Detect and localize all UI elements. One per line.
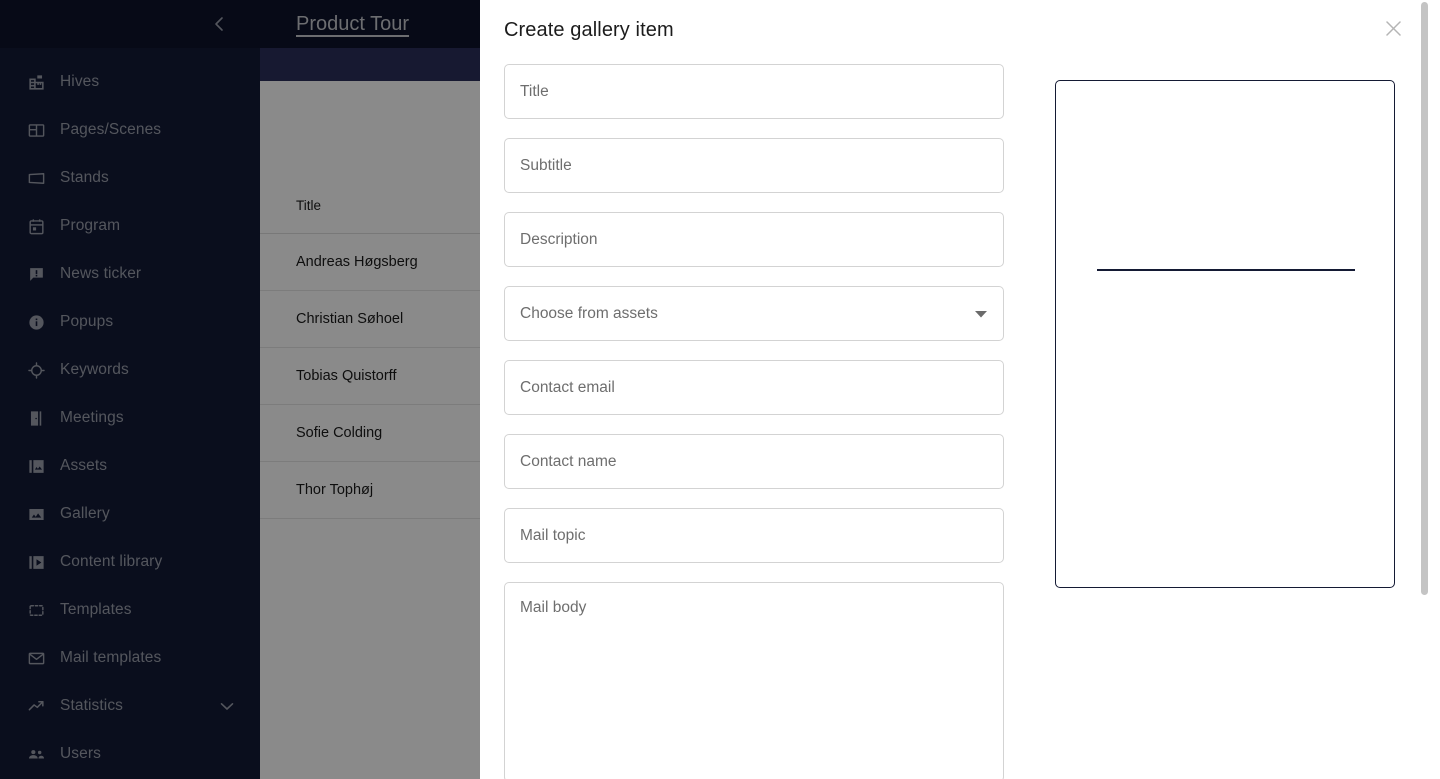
trending-up-icon: [12, 697, 60, 716]
sidebar-scrollbar-track[interactable]: [253, 0, 260, 779]
video-library-icon: [12, 553, 60, 572]
cell-title: Thor Tophøj: [296, 482, 374, 498]
modal-scrollbar-thumb[interactable]: [1421, 2, 1428, 595]
sidebar-item-label: Stands: [60, 169, 109, 186]
sidebar-item-label: Statistics: [60, 697, 124, 714]
info-circle-icon: [12, 313, 60, 332]
cell-title: Sofie Colding: [296, 425, 383, 441]
sidebar-item-label: Popups: [60, 313, 114, 330]
app-root: Hives Pages/Scenes Stands Program News t…: [0, 0, 1440, 779]
calendar-icon: [12, 217, 60, 236]
cell-title: Tobias Quistorff: [296, 368, 397, 384]
mail-topic-placeholder: Mail topic: [520, 526, 586, 544]
sidebar-item-hives[interactable]: Hives: [0, 58, 260, 106]
asset-select-placeholder: Choose from assets: [520, 304, 658, 322]
announcement-icon: [12, 265, 60, 284]
page-title[interactable]: Product Tour: [296, 13, 409, 36]
sidebar-item-label: Assets: [60, 457, 108, 474]
contact-email-placeholder: Contact email: [520, 378, 615, 396]
sidebar-item-users[interactable]: Users: [0, 730, 260, 778]
sidebar-item-label: Templates: [60, 601, 132, 618]
sidebar-item-keywords[interactable]: Keywords: [0, 346, 260, 394]
chevron-down-icon[interactable]: [975, 310, 987, 318]
mail-body-field[interactable]: Mail body: [504, 582, 1004, 779]
target-icon: [12, 361, 60, 380]
image-icon: [12, 505, 60, 524]
title-placeholder: Title: [520, 82, 549, 100]
subtitle-field[interactable]: Subtitle: [504, 138, 1004, 193]
gallery-item-form: Title Subtitle Description Choose from a…: [480, 64, 1004, 779]
images-icon: [12, 457, 60, 476]
modal-body: Title Subtitle Description Choose from a…: [480, 64, 1420, 779]
banner-icon: [12, 169, 60, 188]
preview-divider: [1097, 269, 1355, 271]
layout-icon: [12, 121, 60, 140]
sidebar-header: [0, 0, 260, 48]
sidebar-item-gallery[interactable]: Gallery: [0, 490, 260, 538]
sidebar-item-assets[interactable]: Assets: [0, 442, 260, 490]
sidebar-item-label: Keywords: [60, 361, 129, 378]
create-gallery-item-modal: Create gallery item Title Subtitle Descr…: [480, 0, 1440, 779]
description-field[interactable]: Description: [504, 212, 1004, 267]
chevron-down-icon[interactable]: [220, 702, 234, 711]
contact-name-placeholder: Contact name: [520, 452, 617, 470]
sidebar-item-label: Hives: [60, 73, 100, 90]
sidebar-item-label: Meetings: [60, 409, 124, 426]
sidebar-item-label: Users: [60, 745, 101, 762]
template-icon: [12, 601, 60, 620]
sidebar-item-stands[interactable]: Stands: [0, 154, 260, 202]
sidebar-item-program[interactable]: Program: [0, 202, 260, 250]
gallery-item-preview-card: [1055, 80, 1395, 588]
chevron-left-icon[interactable]: [208, 13, 230, 35]
title-field[interactable]: Title: [504, 64, 1004, 119]
envelope-icon: [12, 649, 60, 668]
cell-title: Christian Søhoel: [296, 311, 404, 327]
mail-body-placeholder: Mail body: [520, 599, 587, 616]
choose-from-assets-select[interactable]: Choose from assets: [504, 286, 1004, 341]
sidebar-item-popups[interactable]: Popups: [0, 298, 260, 346]
people-icon: [12, 745, 60, 764]
sidebar-nav: Hives Pages/Scenes Stands Program News t…: [0, 48, 260, 778]
sidebar-item-content-library[interactable]: Content library: [0, 538, 260, 586]
sidebar-item-label: Program: [60, 217, 121, 234]
close-icon[interactable]: [1379, 14, 1407, 42]
modal-title: Create gallery item: [504, 19, 674, 41]
building-icon: [12, 73, 60, 92]
contact-email-field[interactable]: Contact email: [504, 360, 1004, 415]
description-placeholder: Description: [520, 230, 598, 248]
sidebar-item-label: Pages/Scenes: [60, 121, 162, 138]
sidebar-item-mail-templates[interactable]: Mail templates: [0, 634, 260, 682]
sidebar: Hives Pages/Scenes Stands Program News t…: [0, 0, 260, 779]
cell-title: Andreas Høgsberg: [296, 254, 418, 270]
preview-column: [1004, 64, 1420, 779]
sidebar-item-label: News ticker: [60, 265, 142, 282]
door-icon: [12, 409, 60, 428]
contact-name-field[interactable]: Contact name: [504, 434, 1004, 489]
sidebar-item-label: Gallery: [60, 505, 110, 522]
mail-topic-field[interactable]: Mail topic: [504, 508, 1004, 563]
sidebar-item-label: Content library: [60, 553, 163, 570]
column-header-title[interactable]: Title: [296, 198, 321, 213]
sidebar-item-meetings[interactable]: Meetings: [0, 394, 260, 442]
sidebar-item-news-ticker[interactable]: News ticker: [0, 250, 260, 298]
subtitle-placeholder: Subtitle: [520, 156, 572, 174]
sidebar-item-pages-scenes[interactable]: Pages/Scenes: [0, 106, 260, 154]
sidebar-item-label: Mail templates: [60, 649, 162, 666]
sidebar-item-templates[interactable]: Templates: [0, 586, 260, 634]
sidebar-item-statistics[interactable]: Statistics: [0, 682, 260, 730]
